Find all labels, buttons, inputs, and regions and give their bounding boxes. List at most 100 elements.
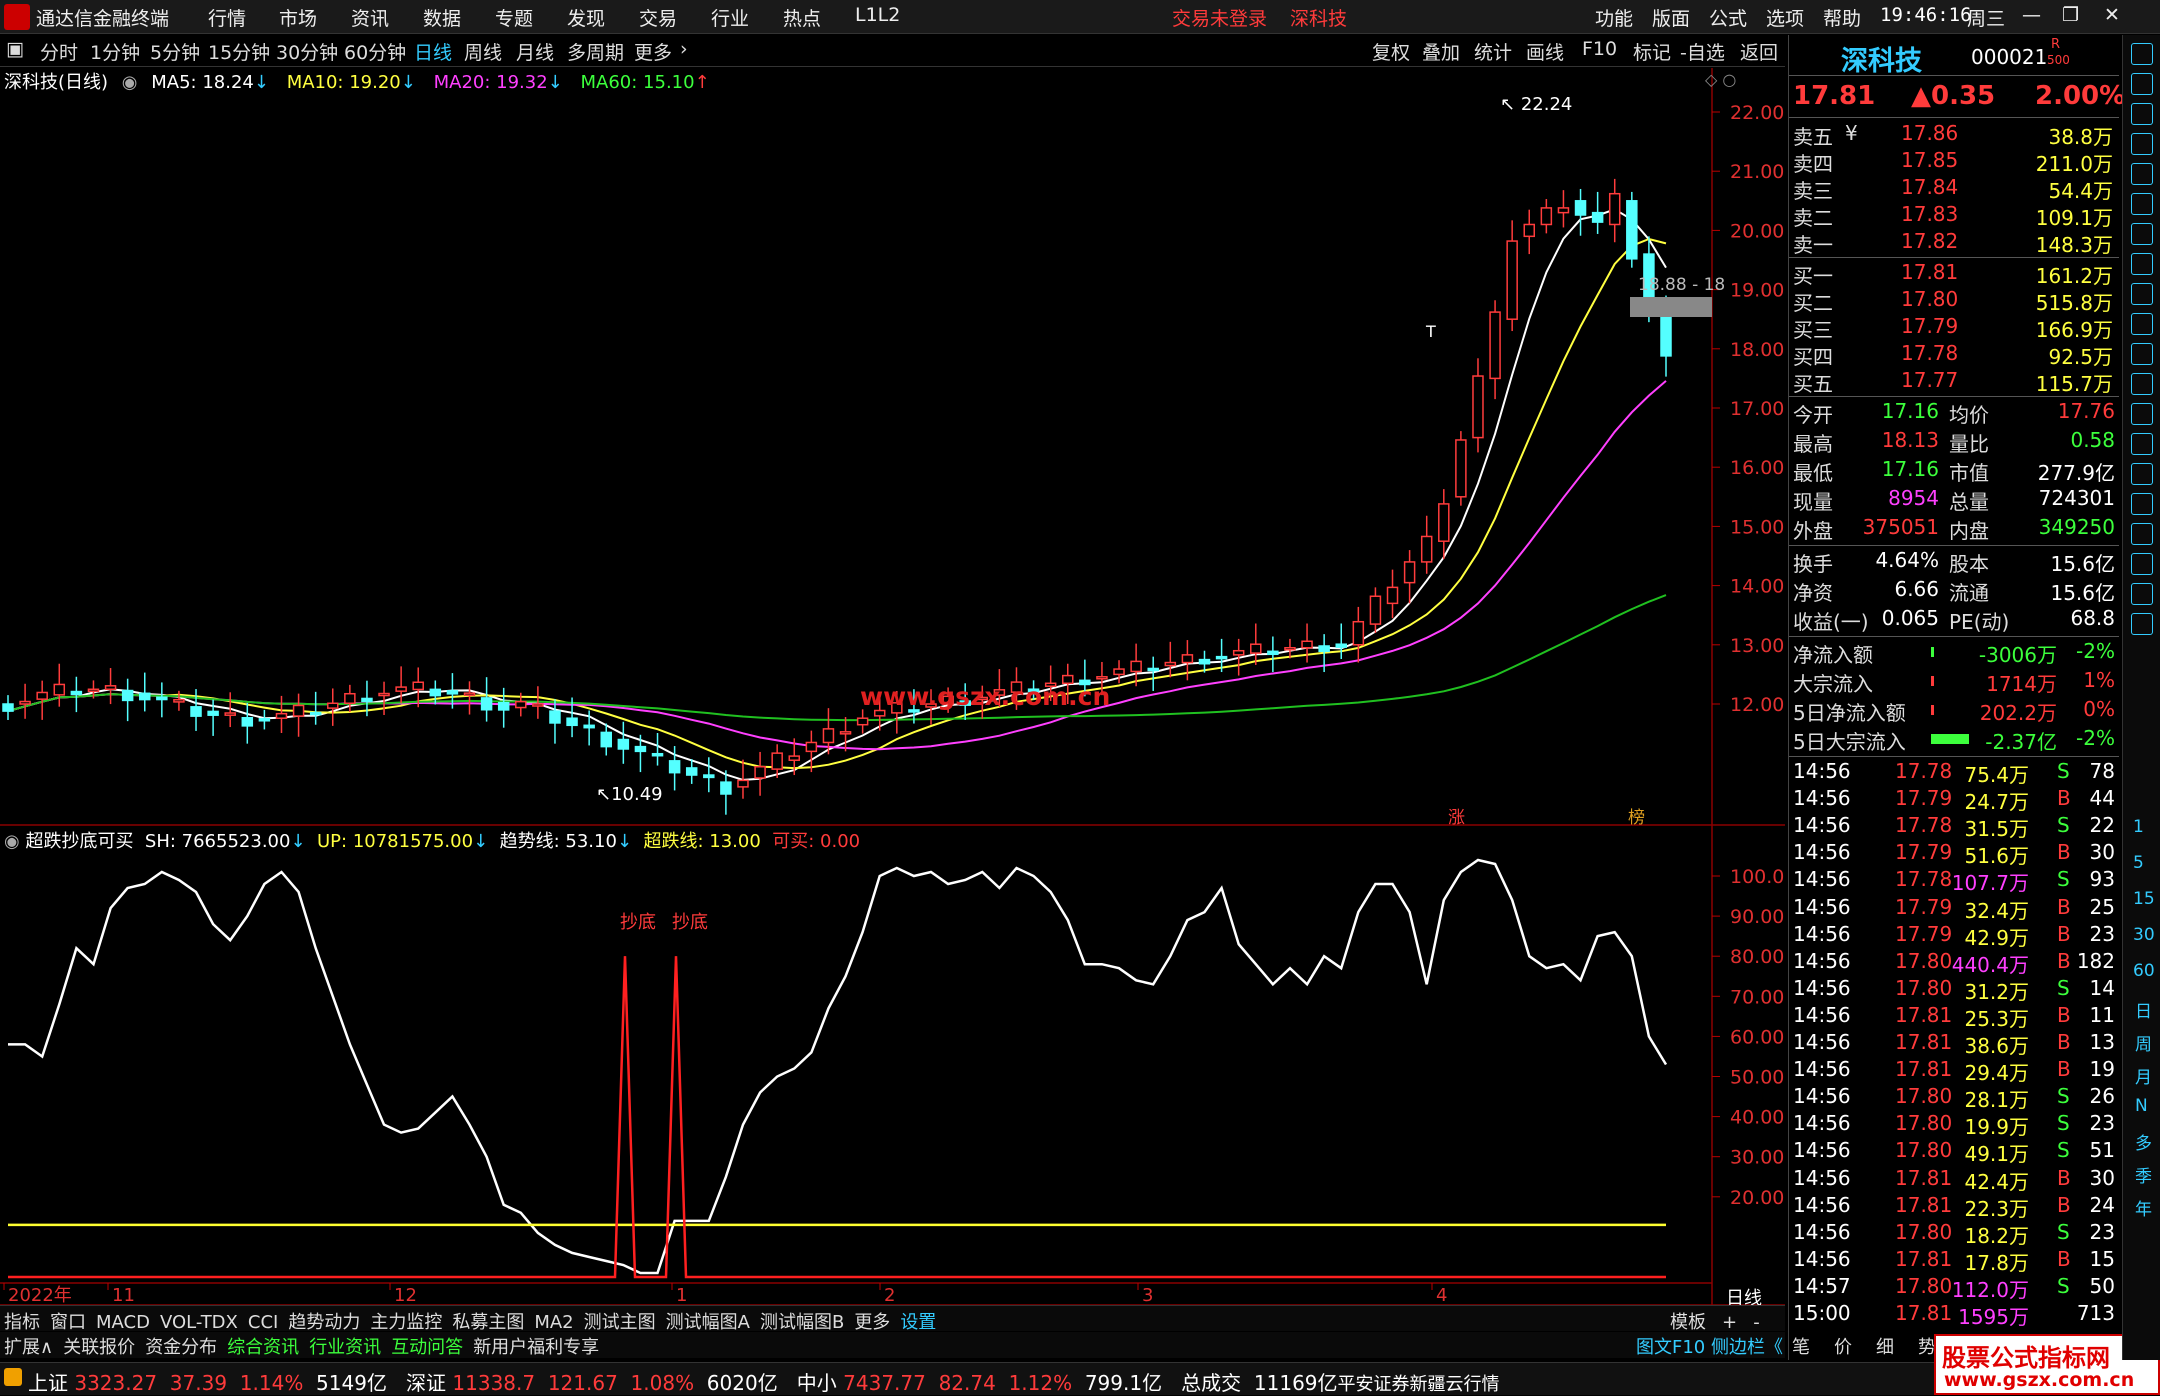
side-period-tool[interactable]: 日 xyxy=(2135,997,2152,1022)
tool-f10[interactable]: F10 xyxy=(1582,38,1617,60)
tool-biaoji[interactable]: 标记 xyxy=(1633,38,1671,65)
add-icon[interactable]: + xyxy=(1722,1312,1737,1333)
info-tab-2[interactable]: 资金分布 xyxy=(145,1337,217,1358)
menu-hangye[interactable]: 行业 xyxy=(711,4,749,31)
menu-zixun[interactable]: 资讯 xyxy=(351,4,389,31)
minimize-icon[interactable]: — xyxy=(2022,4,2041,26)
tool-zixuan[interactable]: -自选 xyxy=(1680,38,1725,65)
ask-row[interactable]: 卖三 17.84 54.4万 xyxy=(1791,175,2117,203)
restore-icon[interactable]: ❐ xyxy=(2062,4,2079,26)
chevron-right-icon[interactable]: › xyxy=(680,38,688,60)
indicator-tab-12[interactable]: 更多 xyxy=(854,1312,890,1333)
pen-icon[interactable] xyxy=(2131,523,2153,545)
side-period-1[interactable]: 1 xyxy=(2133,817,2144,837)
login-alert[interactable]: 交易未登录 xyxy=(1172,4,1267,31)
tab-more[interactable]: 更多 xyxy=(634,38,672,65)
info-tab-3[interactable]: 综合资讯 xyxy=(227,1337,299,1358)
chart-icon[interactable] xyxy=(2131,193,2153,215)
f10-icon[interactable] xyxy=(2131,343,2153,365)
side-period-tool[interactable]: 季 xyxy=(2135,1162,2152,1187)
list-icon[interactable] xyxy=(2131,103,2153,125)
sidebar-toggle[interactable]: 侧边栏《 xyxy=(1711,1337,1783,1358)
menu-faxian[interactable]: 发现 xyxy=(567,4,605,31)
menu-shuju[interactable]: 数据 xyxy=(423,4,461,31)
list-icon[interactable] xyxy=(2131,583,2153,605)
menu-jiaoyi[interactable]: 交易 xyxy=(639,4,677,31)
menu-bangzhu[interactable]: 帮助 xyxy=(1823,4,1861,31)
indicator-tab-0[interactable]: 指标 xyxy=(4,1312,40,1333)
tab-weekly[interactable]: 周线 xyxy=(464,38,502,65)
side-period-60[interactable]: 60 xyxy=(2133,961,2155,981)
list-icon[interactable] xyxy=(2131,133,2153,155)
side-period-5[interactable]: 5 xyxy=(2133,853,2144,873)
window-icon[interactable]: ▣ xyxy=(6,38,24,60)
f10-icon[interactable] xyxy=(2131,553,2153,575)
list-icon[interactable] xyxy=(2131,613,2153,635)
menu-xuanxiang[interactable]: 选项 xyxy=(1766,4,1804,31)
sh-index-label[interactable]: 上证 xyxy=(28,1371,68,1395)
side-period-tool[interactable]: 月 xyxy=(2135,1063,2152,1088)
menu-shichang[interactable]: 市场 xyxy=(279,4,317,31)
tab-60min[interactable]: 60分钟 xyxy=(344,38,406,65)
ask-row[interactable]: 卖四 17.85 211.0万 xyxy=(1791,148,2117,176)
indicator-tab-2[interactable]: MACD xyxy=(96,1312,150,1333)
indicator-tab-11[interactable]: 测试幅图B xyxy=(760,1312,844,1333)
menu-gongshi[interactable]: 公式 xyxy=(1709,4,1747,31)
diamond-icon[interactable]: ◇ ○ xyxy=(1705,70,1736,89)
bid-row[interactable]: 买五 17.77 115.7万 xyxy=(1791,368,2117,396)
menu-banmian[interactable]: 版面 xyxy=(1652,4,1690,31)
list-icon[interactable] xyxy=(2131,223,2153,245)
f10-icon[interactable] xyxy=(2131,253,2153,275)
indicator-tab-7[interactable]: 私募主图 xyxy=(452,1312,524,1333)
chart-icon[interactable] xyxy=(2131,163,2153,185)
close-icon[interactable]: ✕ xyxy=(2104,4,2120,26)
ask-row[interactable]: 卖五 ¥17.86 38.8万 xyxy=(1791,121,2117,149)
side-period-tool[interactable]: 年 xyxy=(2135,1195,2152,1220)
indicator-tab-1[interactable]: 窗口 xyxy=(50,1312,86,1333)
list-icon[interactable] xyxy=(2131,373,2153,395)
bid-row[interactable]: 买三 17.79 166.9万 xyxy=(1791,314,2117,342)
side-period-15[interactable]: 15 xyxy=(2133,889,2155,909)
status-icon[interactable] xyxy=(4,1368,22,1386)
info-tab-5[interactable]: 互动问答 xyxy=(391,1337,463,1358)
list-icon[interactable] xyxy=(2131,313,2153,335)
info-tab-0[interactable]: 扩展∧ xyxy=(4,1337,53,1358)
ask-row[interactable]: 卖一 17.82 148.3万 xyxy=(1791,229,2117,257)
indicator-tab-5[interactable]: 趋势动力 xyxy=(288,1312,360,1333)
tab-fenshi[interactable]: 分时 xyxy=(40,38,78,65)
side-period-30[interactable]: 30 xyxy=(2133,925,2155,945)
tab-5min[interactable]: 5分钟 xyxy=(150,38,200,65)
tool-tongji[interactable]: 统计 xyxy=(1474,38,1512,65)
tab-multi-period[interactable]: 多周期 xyxy=(567,38,624,65)
bid-row[interactable]: 买一 17.81 161.2万 xyxy=(1791,260,2117,288)
tab-monthly[interactable]: 月线 xyxy=(516,38,554,65)
menu-l1l2[interactable]: L1L2 xyxy=(855,4,900,26)
indicator-tab-10[interactable]: 测试幅图A xyxy=(666,1312,750,1333)
info-tab-4[interactable]: 行业资讯 xyxy=(309,1337,381,1358)
tab-daily[interactable]: 日线 xyxy=(414,38,452,65)
list-icon[interactable] xyxy=(2131,283,2153,305)
arrow-up-icon[interactable] xyxy=(2131,73,2153,95)
menu-zhuanti[interactable]: 专题 xyxy=(495,4,533,31)
tool-fanhui[interactable]: 返回 xyxy=(1740,38,1778,65)
indicator-tab-3[interactable]: VOL-TDX xyxy=(160,1312,238,1333)
tab-15min[interactable]: 15分钟 xyxy=(208,38,270,65)
bang-mark[interactable]: 榜 xyxy=(1628,803,1645,828)
side-period-tool[interactable]: 多 xyxy=(2135,1129,2152,1154)
info-tab-1[interactable]: 关联报价 xyxy=(63,1337,135,1358)
indicator-tab-4[interactable]: CCI xyxy=(248,1312,278,1333)
indicator-tab-13[interactable]: 设置 xyxy=(900,1312,936,1333)
arrow-up-icon[interactable] xyxy=(2131,43,2153,65)
indicator-tab-9[interactable]: 测试主图 xyxy=(584,1312,656,1333)
rsi-icon[interactable] xyxy=(2131,463,2153,485)
list-icon[interactable] xyxy=(2131,433,2153,455)
remove-icon[interactable]: - xyxy=(1753,1312,1760,1333)
indicator-tab-6[interactable]: 主力监控 xyxy=(370,1312,442,1333)
tab-30min[interactable]: 30分钟 xyxy=(276,38,338,65)
menu-hangqing[interactable]: 行情 xyxy=(208,4,246,31)
zhang-mark[interactable]: 涨 xyxy=(1448,803,1465,828)
side-period-tool[interactable]: N xyxy=(2135,1096,2148,1116)
tool-fuquan[interactable]: 复权 xyxy=(1372,38,1410,65)
info-tab-6[interactable]: 新用户福利专享 xyxy=(473,1337,599,1358)
tool-diejia[interactable]: 叠加 xyxy=(1422,38,1460,65)
